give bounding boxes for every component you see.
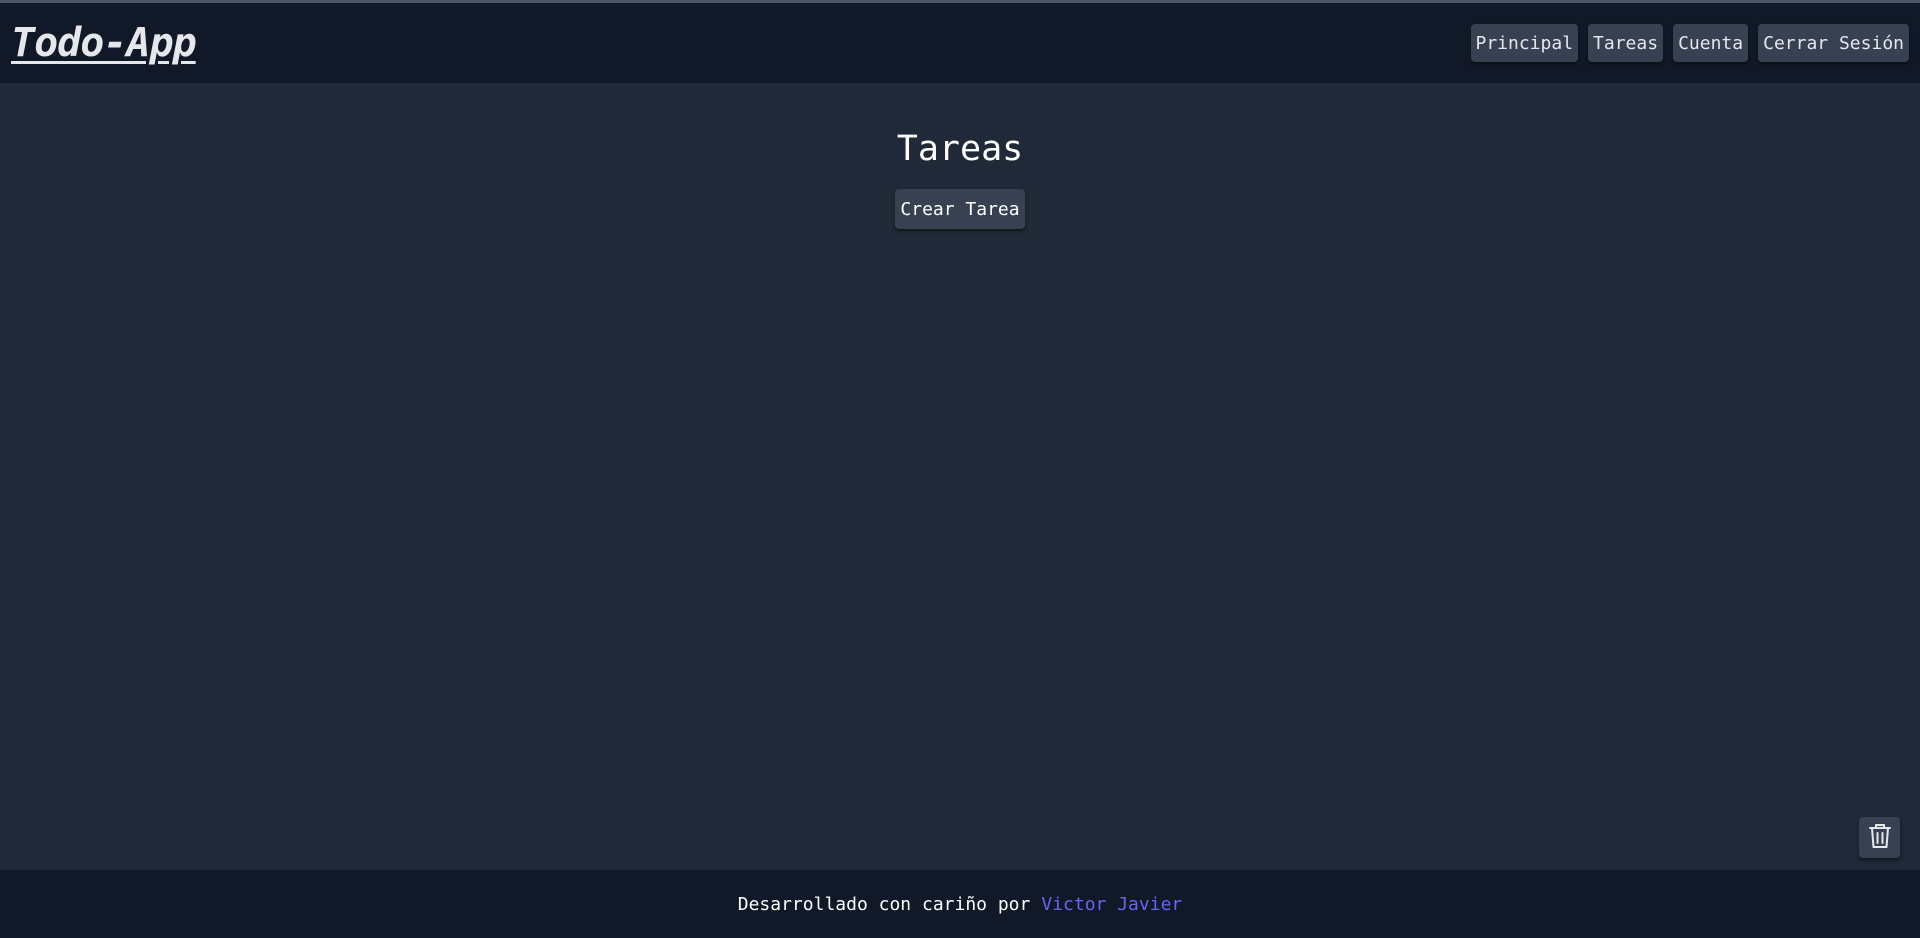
- main-nav: Principal Tareas Cuenta Cerrar Sesión: [1470, 24, 1909, 62]
- trash-icon: [1868, 823, 1892, 852]
- create-task-button[interactable]: Crear Tarea: [895, 189, 1025, 229]
- nav-tareas-button[interactable]: Tareas: [1588, 24, 1664, 62]
- app-footer: Desarrollado con cariño por Victor Javie…: [0, 870, 1920, 938]
- page-title: Tareas: [896, 129, 1024, 169]
- author-link[interactable]: Victor Javier: [1041, 894, 1182, 915]
- app-header: Todo-App Principal Tareas Cuenta Cerrar …: [0, 3, 1920, 83]
- footer-text: Desarrollado con cariño por: [737, 893, 1031, 915]
- main-content: Tareas Crear Tarea: [0, 83, 1920, 870]
- logout-button[interactable]: Cerrar Sesión: [1758, 24, 1909, 62]
- nav-principal-button[interactable]: Principal: [1470, 24, 1579, 62]
- trash-button[interactable]: [1859, 817, 1900, 858]
- nav-cuenta-button[interactable]: Cuenta: [1673, 24, 1749, 62]
- app-logo[interactable]: Todo-App: [11, 20, 197, 66]
